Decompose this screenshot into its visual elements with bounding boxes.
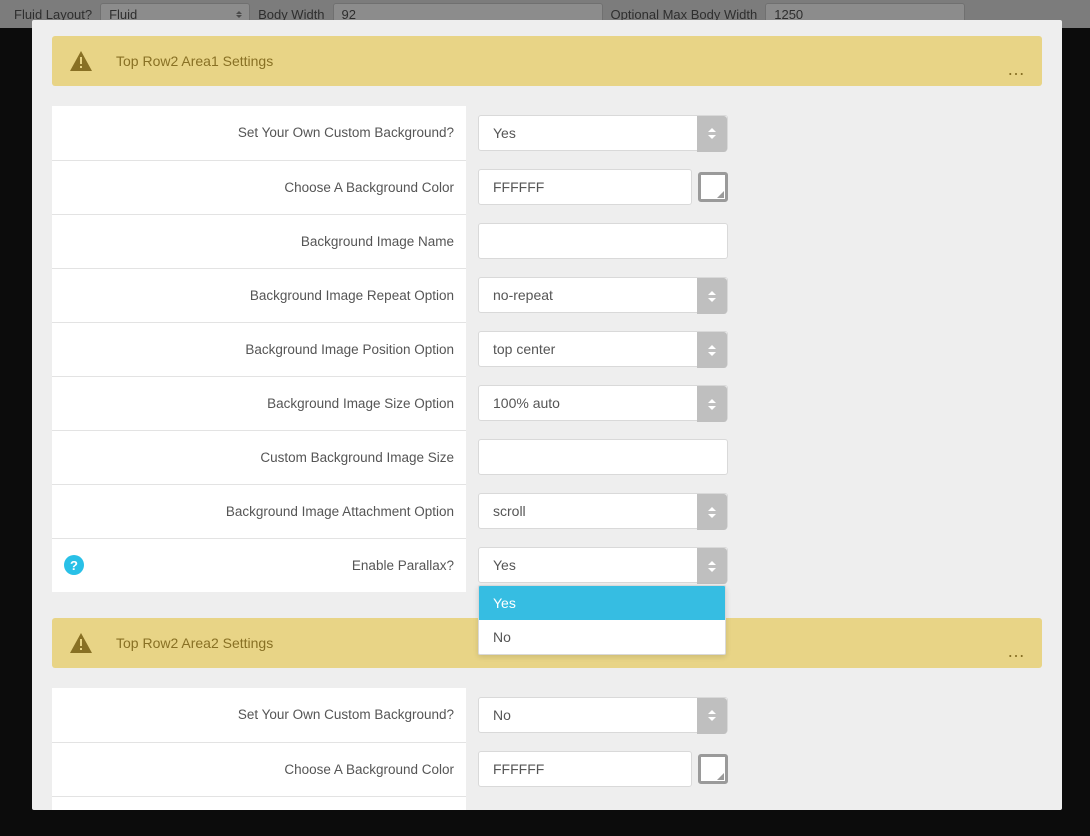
chevrons-icon [697, 278, 727, 314]
parallax-option-no[interactable]: No [479, 620, 725, 654]
chevrons-icon [697, 548, 727, 584]
label-bg-attach: Background Image Attachment Option [52, 484, 466, 538]
input-bg-color-value: FFFFFF [493, 179, 544, 195]
select-bg-repeat[interactable]: no-repeat [478, 277, 728, 313]
section-expand-icon[interactable]: … [1007, 59, 1026, 80]
chevrons-icon [697, 494, 727, 530]
label-bg-size: Background Image Size Option [52, 376, 466, 430]
select-custom-bg[interactable]: Yes [478, 115, 728, 151]
label-bg-color-2: Choose A Background Color [52, 742, 466, 796]
parallax-dropdown[interactable]: Yes No [478, 585, 726, 655]
color-swatch[interactable] [698, 754, 728, 784]
input-bg-color-2[interactable]: FFFFFF [478, 751, 692, 787]
warning-icon [70, 51, 92, 71]
row-placeholder [52, 796, 1042, 810]
row-bg-attach: Background Image Attachment Option scrol… [52, 484, 1042, 538]
row-bg-color-2: Choose A Background Color FFFFFF [52, 742, 1042, 796]
section-header-area1[interactable]: Top Row2 Area1 Settings … [52, 36, 1042, 86]
settings-modal: Top Row2 Area1 Settings … Set Your Own C… [32, 20, 1062, 810]
row-bg-repeat: Background Image Repeat Option no-repeat [52, 268, 1042, 322]
row-custom-bg-2: Set Your Own Custom Background? No [52, 688, 1042, 742]
section-title: Top Row2 Area1 Settings [116, 53, 273, 69]
section1-form: Set Your Own Custom Background? Yes Choo… [52, 106, 1042, 592]
select-bg-size[interactable]: 100% auto [478, 385, 728, 421]
select-bg-attach[interactable]: scroll [478, 493, 728, 529]
row-bg-image-name: Background Image Name [52, 214, 1042, 268]
select-parallax[interactable]: Yes [478, 547, 728, 583]
label-parallax-text: Enable Parallax? [352, 558, 454, 573]
select-parallax-value: Yes [493, 557, 516, 573]
row-bg-position: Background Image Position Option top cen… [52, 322, 1042, 376]
label-custom-bg: Set Your Own Custom Background? [52, 106, 466, 160]
chevrons-icon [697, 386, 727, 422]
section-title: Top Row2 Area2 Settings [116, 635, 273, 651]
label-bg-position: Background Image Position Option [52, 322, 466, 376]
select-bg-repeat-value: no-repeat [493, 287, 553, 303]
label-parallax: ? Enable Parallax? [52, 538, 466, 592]
input-bg-color[interactable]: FFFFFF [478, 169, 692, 205]
chevrons-icon [697, 116, 727, 152]
label-custom-bg-2: Set Your Own Custom Background? [52, 688, 466, 742]
row-custom-size: Custom Background Image Size [52, 430, 1042, 484]
parallax-option-yes[interactable]: Yes [479, 586, 725, 620]
chevrons-icon [697, 698, 727, 734]
help-icon[interactable]: ? [64, 555, 84, 575]
select-bg-size-value: 100% auto [493, 395, 560, 411]
row-parallax: ? Enable Parallax? Yes Yes No [52, 538, 1042, 592]
row-bg-color: Choose A Background Color FFFFFF [52, 160, 1042, 214]
section-expand-icon[interactable]: … [1007, 641, 1026, 662]
warning-icon [70, 633, 92, 653]
input-bg-image-name[interactable] [478, 223, 728, 259]
select-custom-bg-value: Yes [493, 125, 516, 141]
label-placeholder [52, 796, 466, 810]
select-bg-position-value: top center [493, 341, 555, 357]
input-bg-color-2-value: FFFFFF [493, 761, 544, 777]
label-bg-repeat: Background Image Repeat Option [52, 268, 466, 322]
color-swatch[interactable] [698, 172, 728, 202]
label-bg-color: Choose A Background Color [52, 160, 466, 214]
input-custom-size[interactable] [478, 439, 728, 475]
select-bg-attach-value: scroll [493, 503, 526, 519]
label-custom-size: Custom Background Image Size [52, 430, 466, 484]
row-custom-bg: Set Your Own Custom Background? Yes [52, 106, 1042, 160]
modal-scroll[interactable]: Top Row2 Area1 Settings … Set Your Own C… [32, 20, 1062, 810]
section2-form: Set Your Own Custom Background? No Choos… [52, 688, 1042, 810]
row-bg-size: Background Image Size Option 100% auto [52, 376, 1042, 430]
select-custom-bg-2[interactable]: No [478, 697, 728, 733]
label-bg-image-name: Background Image Name [52, 214, 466, 268]
select-custom-bg-2-value: No [493, 707, 511, 723]
chevrons-icon [697, 332, 727, 368]
select-bg-position[interactable]: top center [478, 331, 728, 367]
